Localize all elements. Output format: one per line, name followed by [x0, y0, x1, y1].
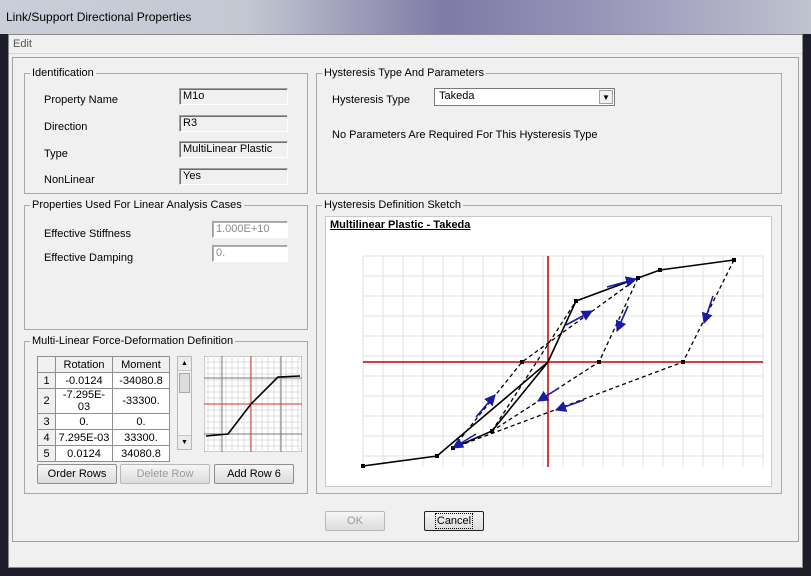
table-corner: [37, 356, 56, 373]
rotation-cell[interactable]: -7.295E-03: [55, 388, 113, 414]
window-title: Link/Support Directional Properties: [6, 10, 192, 24]
ok-button[interactable]: OK: [325, 511, 385, 531]
force-deformation-table[interactable]: Rotation Moment 1 -0.0124 -34080.8 2 -7.…: [37, 356, 170, 462]
nonlinear-field: Yes: [179, 168, 288, 185]
identification-legend: Identification: [30, 67, 96, 79]
property-name-field: M1o: [179, 88, 288, 105]
property-name-label: Property Name: [44, 94, 118, 106]
moment-cell[interactable]: 0.: [112, 413, 170, 430]
effective-damping-label: Effective Damping: [44, 252, 134, 264]
add-row-button[interactable]: Add Row 6: [214, 464, 294, 484]
moment-cell[interactable]: 33300.: [112, 429, 170, 446]
order-rows-button[interactable]: Order Rows: [37, 464, 117, 484]
row-number[interactable]: 3: [37, 413, 56, 430]
direction-label: Direction: [44, 121, 88, 133]
effective-damping-input[interactable]: 0.: [212, 245, 288, 262]
scroll-down-icon[interactable]: ▼: [178, 435, 191, 449]
dialog: Edit Identification Property Name M1o Di…: [8, 34, 803, 568]
direction-field: R3: [179, 115, 288, 132]
table-row[interactable]: 1 -0.0124 -34080.8: [37, 372, 170, 389]
row-number[interactable]: 5: [37, 445, 56, 462]
effective-stiffness-label: Effective Stiffness: [44, 228, 132, 240]
delete-row-button[interactable]: Delete Row: [120, 464, 210, 484]
linear-properties-group: Properties Used For Linear Analysis Case…: [24, 199, 308, 330]
hysteresis-sketch-legend: Hysteresis Definition Sketch: [322, 199, 463, 211]
dropdown-arrow-icon[interactable]: ▼: [599, 90, 613, 104]
scroll-thumb[interactable]: [179, 373, 190, 393]
identification-group: Identification Property Name M1o Directi…: [24, 67, 308, 194]
column-header-rotation[interactable]: Rotation: [55, 356, 113, 373]
multilinear-legend: Multi-Linear Force-Deformation Definitio…: [30, 335, 236, 347]
row-number[interactable]: 2: [37, 388, 56, 414]
table-scrollbar[interactable]: ▲ ▼: [177, 356, 192, 450]
table-row[interactable]: 5 0.0124 34080.8: [37, 445, 170, 462]
linear-properties-legend: Properties Used For Linear Analysis Case…: [30, 199, 244, 211]
column-header-moment[interactable]: Moment: [112, 356, 170, 373]
row-number[interactable]: 4: [37, 429, 56, 446]
row-number[interactable]: 1: [37, 372, 56, 389]
hysteresis-sketch-panel: Multilinear Plastic - Takeda: [325, 216, 772, 487]
cancel-button[interactable]: Cancel: [424, 511, 484, 531]
moment-cell[interactable]: 34080.8: [112, 445, 170, 462]
hysteresis-type-group: Hysteresis Type And Parameters Hysteresi…: [316, 67, 782, 194]
hysteresis-type-value: Takeda: [439, 90, 475, 102]
moment-cell[interactable]: -34080.8: [112, 372, 170, 389]
multilinear-curve-preview: [204, 356, 302, 452]
rotation-cell[interactable]: 0.: [55, 413, 113, 430]
table-row[interactable]: 4 7.295E-03 33300.: [37, 429, 170, 446]
type-label: Type: [44, 148, 68, 160]
menu-edit[interactable]: Edit: [13, 38, 32, 50]
rotation-cell[interactable]: -0.0124: [55, 372, 113, 389]
moment-cell[interactable]: -33300.: [112, 388, 170, 414]
hysteresis-type-legend: Hysteresis Type And Parameters: [322, 67, 486, 79]
type-field: MultiLinear Plastic: [179, 141, 288, 158]
dialog-body: Identification Property Name M1o Directi…: [12, 57, 799, 542]
table-row[interactable]: 3 0. 0.: [37, 413, 170, 430]
scroll-up-icon[interactable]: ▲: [178, 357, 191, 371]
multilinear-definition-group: Multi-Linear Force-Deformation Definitio…: [24, 335, 308, 494]
table-row[interactable]: 2 -7.295E-03 -33300.: [37, 388, 170, 414]
rotation-cell[interactable]: 7.295E-03: [55, 429, 113, 446]
cancel-button-label: Cancel: [434, 513, 474, 529]
hysteresis-sketch-group: Hysteresis Definition Sketch Multilinear…: [316, 199, 782, 494]
hysteresis-type-label: Hysteresis Type: [332, 94, 411, 106]
hysteresis-type-select[interactable]: Takeda ▼: [434, 88, 615, 106]
no-parameters-text: No Parameters Are Required For This Hyst…: [332, 129, 598, 141]
rotation-cell[interactable]: 0.0124: [55, 445, 113, 462]
hysteresis-sketch: [361, 255, 764, 468]
title-bar[interactable]: Link/Support Directional Properties: [0, 0, 811, 34]
effective-stiffness-input[interactable]: 1.000E+10: [212, 221, 288, 238]
nonlinear-label: NonLinear: [44, 174, 95, 186]
menu-bar: Edit: [9, 35, 802, 54]
